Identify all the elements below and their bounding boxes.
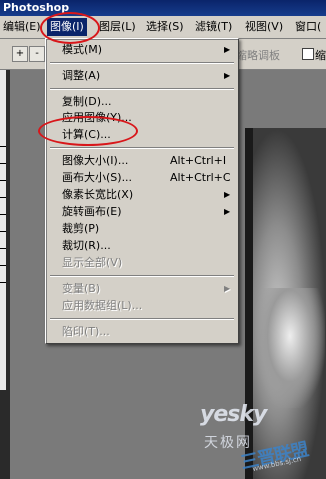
menu-bar: 编辑(E) 图像(I) 图层(L) 选择(S) 滤镜(T) 视图(V) 窗口( — [0, 16, 326, 39]
menu-item-label: 旋转画布(E) — [62, 205, 122, 218]
menu-item-apply-data-set: 应用数据组(L)... — [62, 297, 232, 314]
menu-item-shortcut: Alt+Ctrl+I — [170, 154, 227, 167]
menu-item-apply-image[interactable]: 应用图像(Y)... — [62, 109, 232, 126]
menu-item-label: 显示全部(V) — [62, 256, 123, 269]
image-menu-dropdown: 模式(M) ▶ 调整(A) ▶ 复制(D)... 应用图像(Y)... 计算(C… — [45, 38, 239, 344]
menu-edit[interactable]: 编辑(E) — [0, 18, 44, 36]
checkbox-label: 缩 — [315, 49, 326, 62]
menu-item-variables: 变量(B) ▶ — [62, 280, 232, 297]
shrink-checkbox[interactable] — [302, 48, 314, 60]
menu-item-label: 画布大小(S)... — [62, 171, 133, 184]
submenu-arrow-icon: ▶ — [224, 190, 231, 199]
submenu-arrow-icon: ▶ — [224, 284, 231, 293]
menu-item-label: 像素长宽比(X) — [62, 188, 134, 201]
menu-view[interactable]: 视图(V) — [242, 18, 286, 36]
menu-item-pixel-aspect[interactable]: 像素长宽比(X) ▶ — [62, 186, 232, 203]
menu-filter[interactable]: 滤镜(T) — [192, 18, 235, 36]
zoom-out-icon[interactable]: - — [29, 46, 45, 62]
menu-item-reveal-all: 显示全部(V) — [62, 254, 232, 271]
menu-item-calculations[interactable]: 计算(C)... — [62, 126, 232, 143]
menu-separator — [50, 88, 234, 90]
app-title: Photoshop — [3, 1, 70, 14]
menu-item-adjustments[interactable]: 调整(A) ▶ — [62, 67, 232, 84]
app-title-bar: Photoshop — [0, 0, 326, 16]
submenu-arrow-icon: ▶ — [224, 71, 231, 80]
menu-separator — [50, 147, 234, 149]
menu-item-label: 裁剪(P) — [62, 222, 100, 235]
menu-item-mode[interactable]: 模式(M) ▶ — [62, 41, 232, 58]
menu-image[interactable]: 图像(I) — [47, 18, 87, 36]
menu-item-label: 陷印(T)... — [62, 325, 110, 338]
menu-separator — [50, 318, 234, 320]
menu-separator — [50, 62, 234, 64]
menu-item-canvas-size[interactable]: 画布大小(S)... Alt+Ctrl+C — [62, 169, 232, 186]
menu-item-crop[interactable]: 裁剪(P) — [62, 220, 232, 237]
menu-item-shortcut: Alt+Ctrl+C — [170, 171, 231, 184]
submenu-arrow-icon: ▶ — [224, 207, 231, 216]
menu-item-trim[interactable]: 裁切(R)... — [62, 237, 232, 254]
menu-item-label: 变量(B) — [62, 282, 101, 295]
menu-item-label: 应用数据组(L)... — [62, 299, 143, 312]
submenu-arrow-icon: ▶ — [224, 45, 231, 54]
menu-layer[interactable]: 图层(L) — [96, 18, 139, 36]
menu-select[interactable]: 选择(S) — [143, 18, 187, 36]
menu-separator — [50, 275, 234, 277]
menu-item-label: 调整(A) — [62, 69, 101, 82]
menu-item-rotate-canvas[interactable]: 旋转画布(E) ▶ — [62, 203, 232, 220]
palette-label: 缩略调板 — [236, 49, 280, 62]
watermark-logo: yesky 天极网 三晋联盟 www.bbs.sj.cn — [200, 402, 326, 479]
menu-item-label: 复制(D)... — [62, 95, 112, 108]
menu-item-duplicate[interactable]: 复制(D)... — [62, 93, 232, 110]
menu-item-image-size[interactable]: 图像大小(I)... Alt+Ctrl+I — [62, 152, 232, 169]
menu-item-label: 应用图像(Y)... — [62, 111, 132, 124]
menu-window[interactable]: 窗口( — [292, 18, 324, 36]
ruler-ticks — [0, 130, 8, 310]
zoom-in-icon[interactable]: + — [12, 46, 28, 62]
menu-item-label: 模式(M) — [62, 43, 103, 56]
menu-item-trap: 陷印(T)... — [62, 323, 232, 340]
menu-item-label: 计算(C)... — [62, 128, 111, 141]
menu-item-label: 图像大小(I)... — [62, 154, 129, 167]
watermark-brand: yesky — [200, 402, 267, 427]
menu-item-label: 裁切(R)... — [62, 239, 111, 252]
